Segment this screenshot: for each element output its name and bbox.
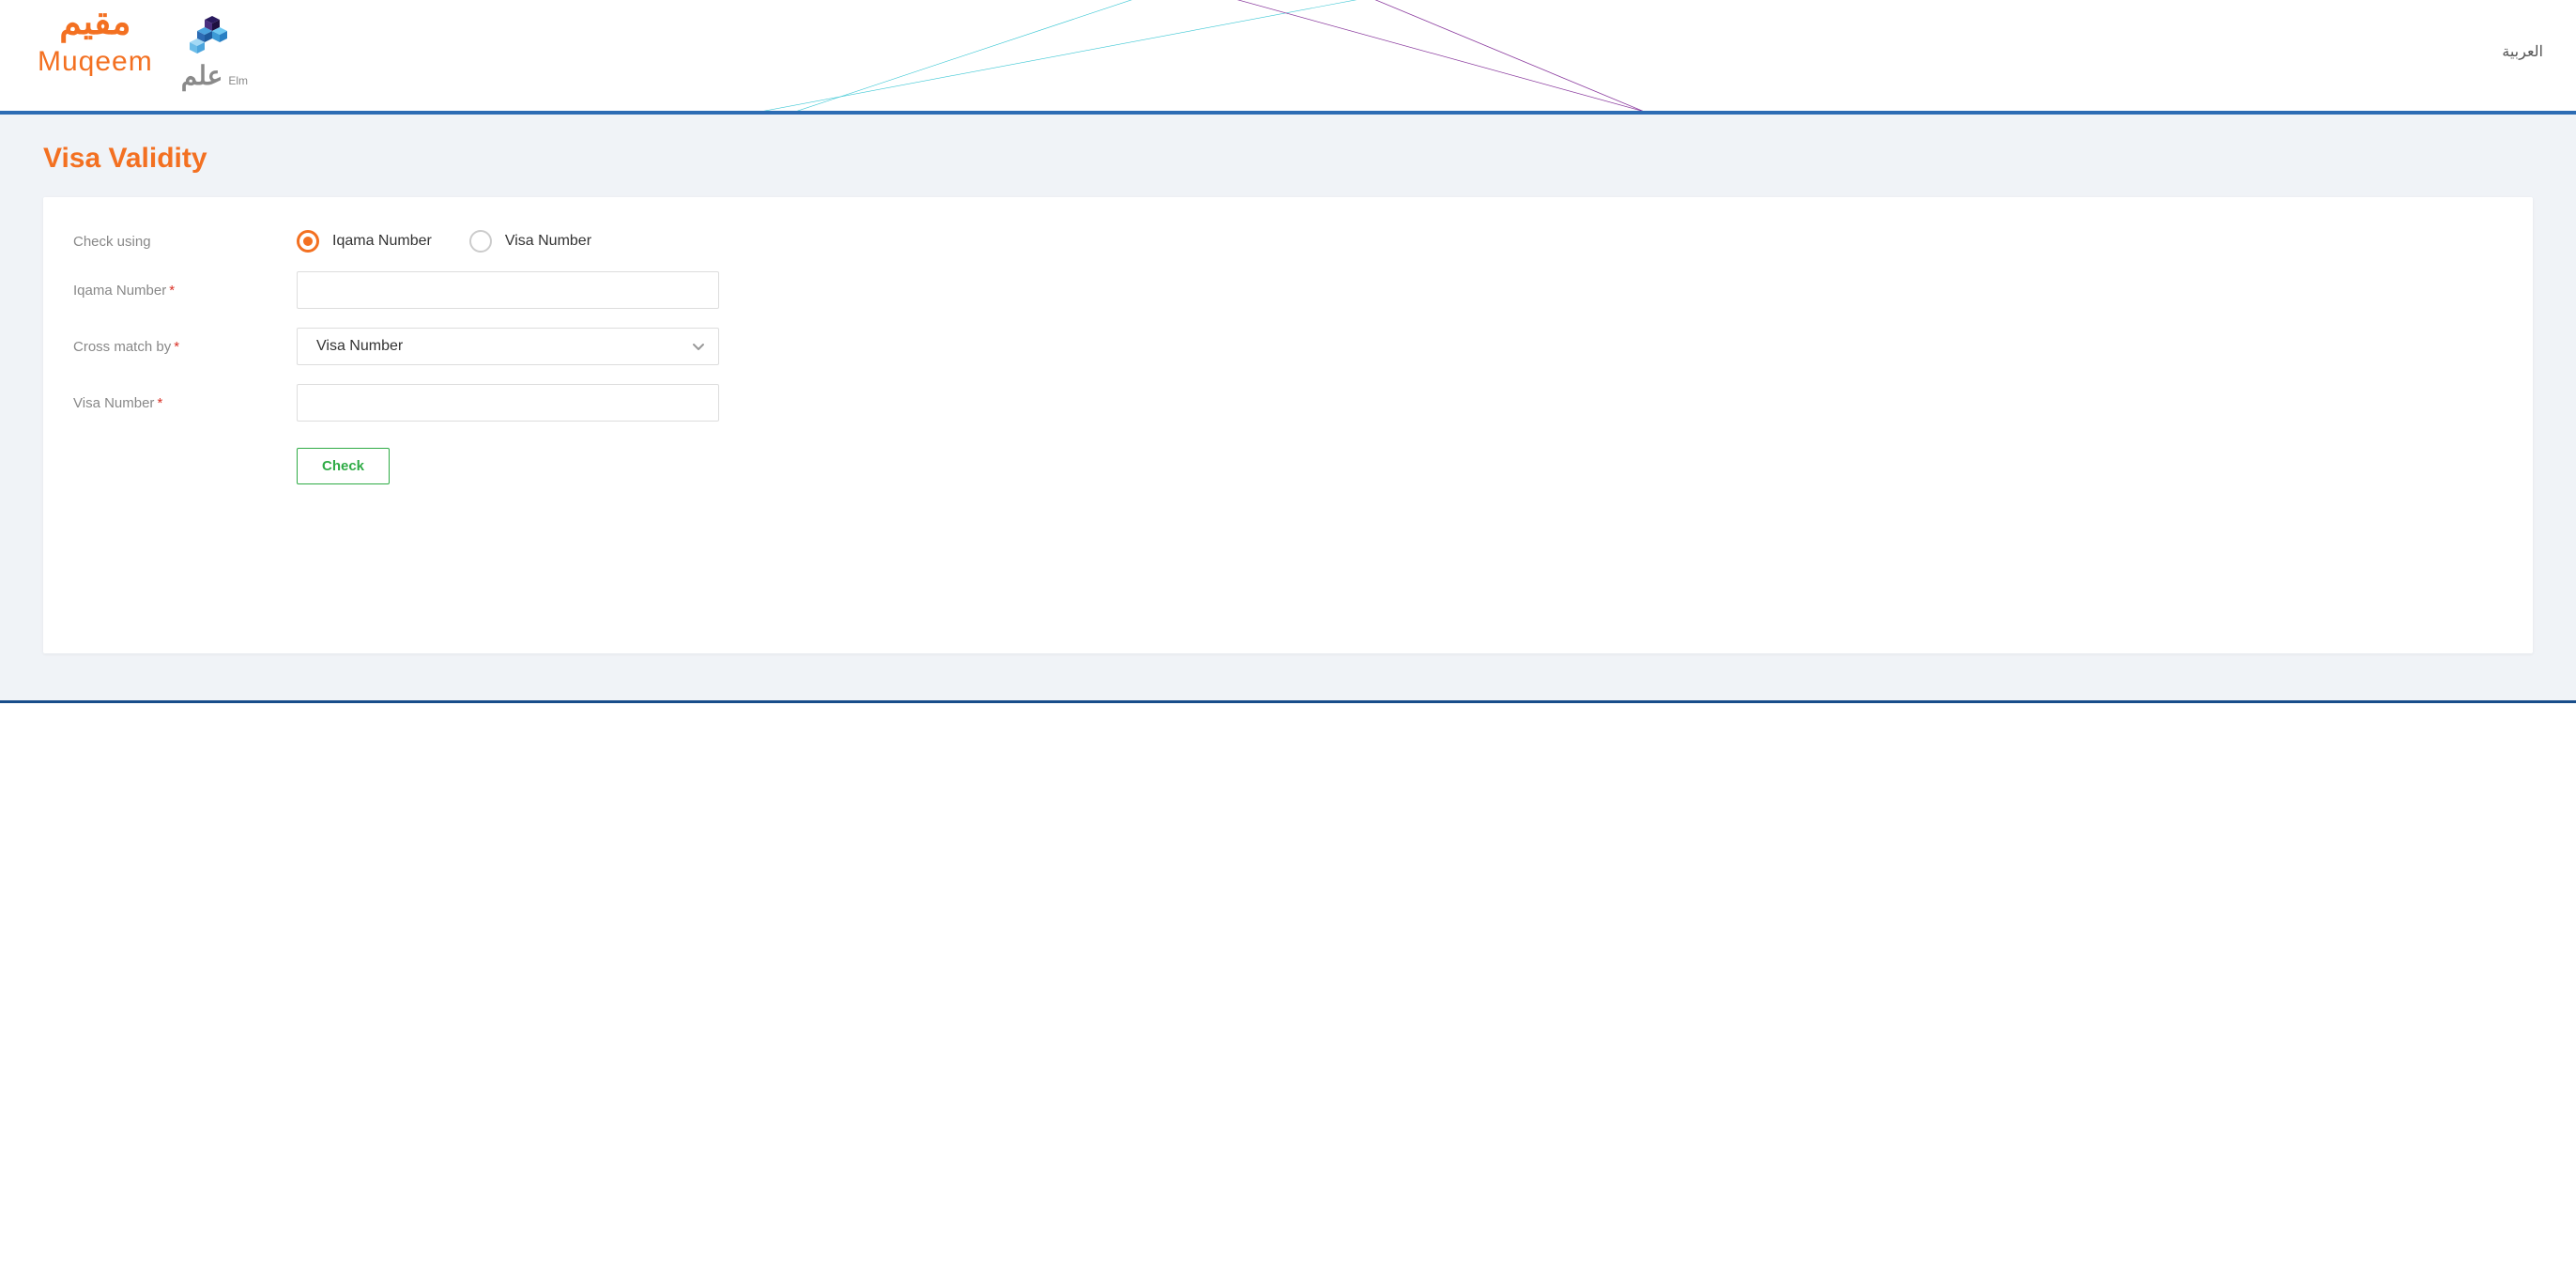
cross-match-label-text: Cross match by bbox=[73, 339, 171, 355]
cross-match-label: Cross match by* bbox=[71, 339, 297, 355]
radio-visa-label: Visa Number bbox=[505, 233, 591, 250]
muqeem-logo-ar: مقيم bbox=[59, 5, 130, 40]
check-using-radio-group: Iqama Number Visa Number bbox=[297, 230, 591, 253]
decorative-lines bbox=[0, 0, 2576, 111]
iqama-number-row: Iqama Number* bbox=[71, 271, 2505, 309]
elm-logo-en: Elm bbox=[228, 74, 248, 87]
cross-match-select-wrap: Visa Number bbox=[297, 328, 719, 365]
check-button[interactable]: Check bbox=[297, 448, 390, 484]
radio-iqama-number[interactable]: Iqama Number bbox=[297, 230, 432, 253]
cross-match-selected-value: Visa Number bbox=[316, 338, 403, 355]
page-header: مقيم Muqeem علم Elm ا bbox=[0, 0, 2576, 115]
muqeem-logo[interactable]: مقيم Muqeem bbox=[38, 5, 153, 78]
required-asterisk: * bbox=[157, 395, 162, 411]
radio-iqama-label: Iqama Number bbox=[332, 233, 432, 250]
radio-unselected-icon bbox=[469, 230, 492, 253]
page-title: Visa Validity bbox=[43, 143, 2533, 175]
required-asterisk: * bbox=[169, 283, 175, 299]
visa-number-input[interactable] bbox=[297, 384, 719, 422]
elm-cubes-icon bbox=[181, 8, 247, 60]
visa-number-label: Visa Number* bbox=[71, 395, 297, 411]
visa-validity-form: Check using Iqama Number Visa Number Iqa… bbox=[43, 197, 2533, 653]
logo-group: مقيم Muqeem علم Elm bbox=[38, 5, 248, 91]
cross-match-select[interactable]: Visa Number bbox=[297, 328, 719, 365]
radio-selected-icon bbox=[297, 230, 319, 253]
check-using-label: Check using bbox=[71, 234, 297, 250]
language-toggle-link[interactable]: العربية bbox=[2502, 42, 2543, 61]
content-area: Visa Validity Check using Iqama Number V… bbox=[0, 115, 2576, 703]
muqeem-logo-en: Muqeem bbox=[38, 46, 153, 78]
required-asterisk: * bbox=[174, 339, 179, 355]
visa-number-row: Visa Number* bbox=[71, 384, 2505, 422]
elm-logo-ar: علم bbox=[181, 60, 223, 91]
elm-logo[interactable]: علم Elm bbox=[181, 5, 248, 91]
cross-match-row: Cross match by* Visa Number bbox=[71, 328, 2505, 365]
visa-number-label-text: Visa Number bbox=[73, 395, 154, 411]
iqama-number-input[interactable] bbox=[297, 271, 719, 309]
elm-logo-text: علم Elm bbox=[181, 60, 248, 91]
radio-visa-number[interactable]: Visa Number bbox=[469, 230, 591, 253]
iqama-number-label-text: Iqama Number bbox=[73, 283, 166, 299]
iqama-number-label: Iqama Number* bbox=[71, 283, 297, 299]
check-using-row: Check using Iqama Number Visa Number bbox=[71, 230, 2505, 253]
